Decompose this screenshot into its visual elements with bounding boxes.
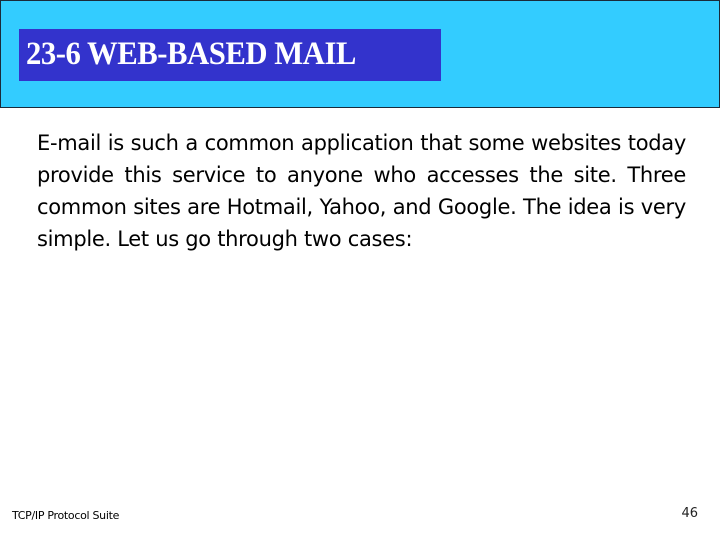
body-paragraph: E-mail is such a common application that… (37, 131, 686, 251)
slide-title: 23-6 WEB-BASED MAIL (26, 36, 356, 72)
page-number: 46 (681, 506, 698, 521)
header-band: 23-6 WEB-BASED MAIL (0, 0, 720, 108)
footer-label: TCP/IP Protocol Suite (12, 509, 120, 522)
title-box: 23-6 WEB-BASED MAIL (19, 29, 441, 81)
